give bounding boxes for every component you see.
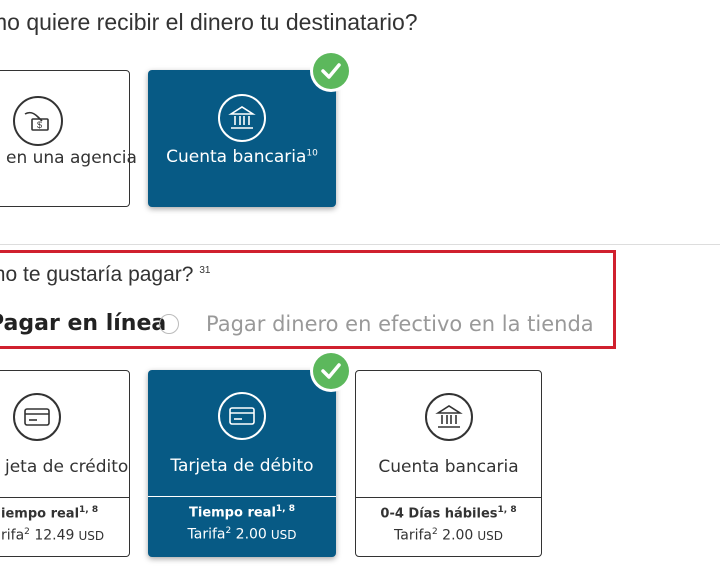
fee-text: rifa2 12.49 USD [1,527,105,544]
check-icon [313,353,349,389]
method-bank-account[interactable]: Cuenta bancaria 0-4 Días hábiles1, 8 Tar… [355,370,542,557]
debit-card-icon [218,392,266,440]
method-credit-card[interactable]: jeta de crédito iempo real1, 8 rifa2 12.… [0,370,130,557]
fee-text: Tarifa2 2.00 USD [187,526,297,543]
delivery-option-agency[interactable]: $ en una agencia [0,70,137,207]
pay-cash-option[interactable]: Pagar dinero en efectivo en la tienda [206,312,594,336]
pay-cash-radio[interactable] [159,314,179,334]
card-separator [356,497,541,498]
method-label: Cuenta bancaria [378,457,519,477]
delivery-option-bank[interactable]: Cuenta bancaria10 [148,70,336,207]
delivery-option-label: en una agencia [6,148,137,168]
check-icon [313,53,349,89]
pay-online-option[interactable]: Pagar en línea [0,311,166,336]
method-label: Tarjeta de débito [170,456,314,476]
method-debit-card[interactable]: Tarjeta de débito Tiempo real1, 8 Tarifa… [148,370,336,557]
cash-pickup-icon: $ [13,96,63,146]
credit-card-icon [13,393,61,441]
transfer-time: Tiempo real1, 8 [189,504,295,521]
method-label: jeta de crédito [5,457,129,477]
svg-text:$: $ [37,120,42,130]
card-separator [0,497,129,498]
fee-text: Tarifa2 2.00 USD [394,527,503,544]
delivery-question: mo quiere recibir el dinero tu destinata… [0,9,418,35]
payment-question: mo te gustaría pagar? 31 [0,263,211,286]
delivery-option-label: Cuenta bancaria10 [166,147,318,167]
transfer-time: iempo real1, 8 [1,505,99,522]
bank-icon [218,94,266,142]
transfer-time: 0-4 Días hábiles1, 8 [380,505,517,522]
card-separator [148,496,336,497]
bank-icon [425,393,473,441]
section-divider [0,244,720,245]
